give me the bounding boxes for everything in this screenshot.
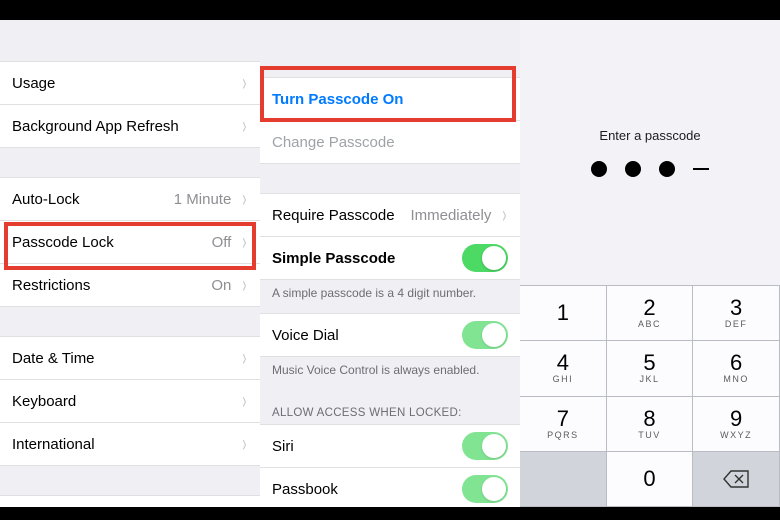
row-itunes-wifi-sync[interactable]: iTunes Wi-Fi Sync › xyxy=(0,495,260,507)
note-voice-dial: Music Voice Control is always enabled. xyxy=(260,357,520,391)
row-value: Off xyxy=(212,234,232,251)
row-value: On xyxy=(211,277,231,294)
key-3[interactable]: 3DEF xyxy=(693,286,780,341)
row-international[interactable]: International › xyxy=(0,422,260,466)
key-4[interactable]: 4GHI xyxy=(520,341,607,396)
row-label: Date & Time xyxy=(12,350,237,367)
row-passcode-lock[interactable]: Passcode Lock Off › xyxy=(0,220,260,264)
chevron-right-icon: › xyxy=(243,187,247,211)
row-label: Usage xyxy=(12,75,237,92)
settings-general-panel: Usage › Background App Refresh › Auto-Lo… xyxy=(0,20,260,507)
row-simple-passcode: Simple Passcode xyxy=(260,236,520,280)
passcode-dot-filled xyxy=(659,161,675,177)
section-header-locked: ALLOW ACCESS WHEN LOCKED: xyxy=(260,391,520,425)
passcode-dots xyxy=(591,161,709,177)
chevron-right-icon: › xyxy=(243,114,247,138)
key-blank xyxy=(520,452,607,507)
key-7[interactable]: 7PQRS xyxy=(520,397,607,452)
row-value: Immediately xyxy=(410,207,491,224)
toggle-voice-dial[interactable] xyxy=(462,321,508,349)
key-9[interactable]: 9WXYZ xyxy=(693,397,780,452)
numeric-keypad: 1 2ABC 3DEF 4GHI 5JKL 6MNO 7PQRS 8TUV 9W… xyxy=(520,285,780,507)
row-turn-passcode-on[interactable]: Turn Passcode On xyxy=(260,77,520,121)
chevron-right-icon: › xyxy=(243,71,247,95)
row-date-time[interactable]: Date & Time › xyxy=(0,336,260,380)
key-5[interactable]: 5JKL xyxy=(607,341,694,396)
row-voice-dial: Voice Dial xyxy=(260,313,520,357)
row-value: 1 Minute xyxy=(174,191,232,208)
key-0[interactable]: 0 xyxy=(607,452,694,507)
toggle-passbook[interactable] xyxy=(462,475,508,503)
row-label: Passbook xyxy=(272,481,462,498)
delete-left-icon xyxy=(723,470,749,488)
row-usage[interactable]: Usage › xyxy=(0,61,260,105)
key-delete[interactable] xyxy=(693,452,780,507)
row-label: Turn Passcode On xyxy=(272,91,508,108)
chevron-right-icon: › xyxy=(243,273,247,297)
row-label: Siri xyxy=(272,438,462,455)
key-2[interactable]: 2ABC xyxy=(607,286,694,341)
passcode-area: Enter a passcode xyxy=(520,20,780,285)
row-label: Background App Refresh xyxy=(12,118,237,135)
row-label: Auto-Lock xyxy=(12,191,174,208)
row-label: Restrictions xyxy=(12,277,211,294)
row-label: Simple Passcode xyxy=(272,250,462,267)
row-label: Passcode Lock xyxy=(12,234,212,251)
row-label: International xyxy=(12,436,237,453)
chevron-right-icon: › xyxy=(243,505,247,507)
row-require-passcode[interactable]: Require Passcode Immediately › xyxy=(260,193,520,237)
bottom-letterbox xyxy=(0,507,780,520)
row-siri: Siri xyxy=(260,424,520,468)
row-change-passcode[interactable]: Change Passcode xyxy=(260,120,520,164)
key-8[interactable]: 8TUV xyxy=(607,397,694,452)
key-6[interactable]: 6MNO xyxy=(693,341,780,396)
row-label: Require Passcode xyxy=(272,207,410,224)
row-background-app-refresh[interactable]: Background App Refresh › xyxy=(0,104,260,148)
key-1[interactable]: 1 xyxy=(520,286,607,341)
passcode-dot-empty xyxy=(693,168,709,170)
chevron-right-icon: › xyxy=(503,203,507,227)
row-label: Keyboard xyxy=(12,393,237,410)
note-simple-passcode: A simple passcode is a 4 digit number. xyxy=(260,280,520,314)
chevron-right-icon: › xyxy=(243,432,247,456)
passcode-settings-panel: Turn Passcode On Change Passcode Require… xyxy=(260,20,520,507)
toggle-simple-passcode[interactable] xyxy=(462,244,508,272)
panels: Usage › Background App Refresh › Auto-Lo… xyxy=(0,20,780,507)
row-keyboard[interactable]: Keyboard › xyxy=(0,379,260,423)
row-passbook: Passbook xyxy=(260,467,520,507)
passcode-dot-filled xyxy=(591,161,607,177)
row-label: Change Passcode xyxy=(272,134,508,151)
passcode-dot-filled xyxy=(625,161,641,177)
passcode-title: Enter a passcode xyxy=(599,128,700,143)
top-letterbox xyxy=(0,0,780,20)
row-auto-lock[interactable]: Auto-Lock 1 Minute › xyxy=(0,177,260,221)
chevron-right-icon: › xyxy=(243,346,247,370)
passcode-entry-panel: Enter a passcode 1 2ABC 3DEF 4GHI 5JKL 6… xyxy=(520,20,780,507)
chevron-right-icon: › xyxy=(243,230,247,254)
row-label: Voice Dial xyxy=(272,327,462,344)
toggle-siri[interactable] xyxy=(462,432,508,460)
chevron-right-icon: › xyxy=(243,389,247,413)
row-restrictions[interactable]: Restrictions On › xyxy=(0,263,260,307)
